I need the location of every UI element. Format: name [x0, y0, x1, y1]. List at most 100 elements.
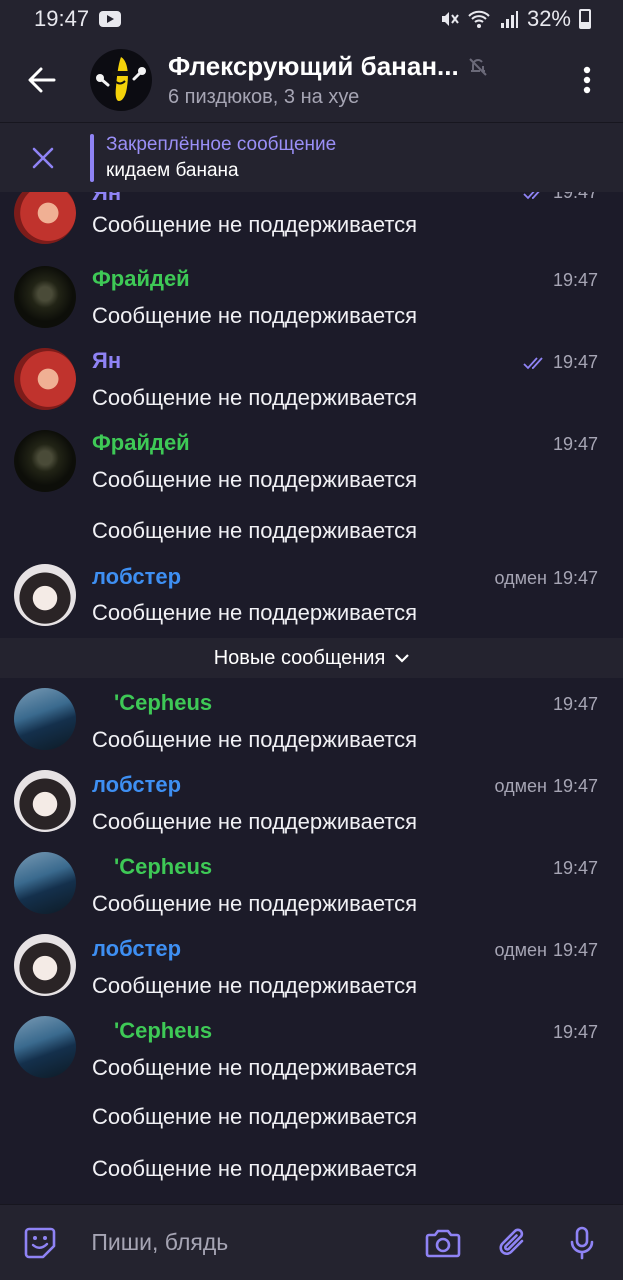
chat-header: Флексрующий банан... 6 пиздюков, 3 на ху… [0, 38, 623, 122]
message-text: Сообщение не поддерживается [92, 809, 418, 834]
youtube-icon [99, 11, 122, 27]
message-text: Сообщение не поддерживается [92, 385, 418, 410]
status-icons: 32% [439, 6, 591, 32]
admin-badge: одмен [494, 568, 547, 588]
message-meta: одмен 19:47 [495, 940, 599, 961]
camera-icon [426, 1229, 461, 1257]
avatar[interactable] [14, 564, 76, 626]
chat-header-text[interactable]: Флексрующий банан... 6 пиздюков, 3 на ху… [168, 51, 498, 109]
avatar[interactable] [14, 348, 76, 410]
avatar[interactable] [14, 1016, 76, 1078]
message-item[interactable]: 'Cepheus 19:47 Сообщение не поддерживает… [0, 682, 623, 764]
message-item[interactable]: Сообщение не поддерживается [0, 508, 623, 558]
message-time: 19:47 [552, 352, 598, 372]
message-text: Сообщение не поддерживается [92, 467, 418, 492]
message-text: Сообщение не поддерживается [92, 1156, 418, 1181]
message-meta: 19:47 [553, 434, 598, 455]
chevron-down-icon [395, 654, 410, 663]
avatar[interactable] [14, 688, 76, 750]
message-item[interactable]: лобстер одмен 19:47 Сообщение не поддерж… [0, 764, 623, 846]
message-time: 19:47 [552, 858, 598, 878]
message-time: 19:47 [552, 776, 598, 796]
message-text: Сообщение не поддерживается [92, 303, 418, 328]
more-vertical-icon [583, 66, 591, 94]
message-item[interactable]: лобстер одмен 19:47 Сообщение не поддерж… [0, 558, 623, 638]
message-meta: 19:47 [553, 1022, 598, 1043]
double-check-icon [523, 356, 543, 369]
message-text: Сообщение не поддерживается [92, 891, 418, 916]
wifi-icon [468, 10, 490, 28]
sender-name[interactable]: Ян [92, 192, 121, 206]
message-meta: одмен 19:47 [495, 568, 599, 589]
voice-button[interactable] [548, 1205, 617, 1280]
sender-name[interactable]: лобстер [92, 564, 181, 590]
admin-badge: одмен [494, 776, 547, 796]
message-item[interactable]: Сообщение не поддерживается [0, 1092, 623, 1144]
mute-status-icon [441, 12, 459, 26]
message-text: Сообщение не поддерживается [92, 212, 418, 237]
emoji-button[interactable] [0, 1205, 79, 1280]
avatar[interactable] [14, 934, 76, 996]
message-item[interactable]: Фрайдей 19:47 Сообщение не поддерживаетс… [0, 426, 623, 508]
paperclip-icon [499, 1228, 524, 1255]
message-item[interactable]: 'Cepheus 19:47 Сообщение не поддерживает… [0, 1010, 623, 1092]
message-meta: 19:47 [553, 270, 598, 291]
message-text: Сообщение не поддерживается [92, 518, 418, 543]
sender-name[interactable]: Фрайдей [92, 266, 190, 292]
message-text: Сообщение не поддерживается [92, 727, 418, 752]
new-messages-divider[interactable]: Новые сообщения [0, 638, 623, 678]
muted-icon [468, 57, 487, 76]
message-input[interactable] [91, 1229, 409, 1256]
close-icon [32, 147, 54, 168]
camera-button[interactable] [409, 1205, 478, 1280]
message-meta: одмен 19:47 [495, 776, 599, 797]
chat-avatar[interactable] [90, 49, 152, 111]
sender-name[interactable]: Фрайдей [92, 430, 190, 456]
message-item[interactable]: Фрайдей 19:47 Сообщение не поддерживаетс… [0, 262, 623, 344]
avatar[interactable] [14, 266, 76, 328]
signal-icon [500, 11, 518, 28]
more-menu-button[interactable] [551, 38, 623, 122]
message-item[interactable]: 'Cepheus 19:47 Сообщение не поддерживает… [0, 846, 623, 928]
pinned-text: Закреплённое сообщение кидаем банана [106, 134, 336, 182]
avatar[interactable] [14, 852, 76, 914]
sender-name[interactable]: 'Cepheus [114, 1018, 212, 1044]
message-time: 19:47 [552, 1022, 598, 1042]
banana-icon [96, 57, 146, 101]
sender-name[interactable]: лобстер [92, 936, 181, 962]
avatar[interactable] [14, 770, 76, 832]
pinned-label: Закреплённое сообщение [106, 133, 337, 155]
message-time: 19:47 [552, 434, 598, 454]
sender-name[interactable]: Ян [92, 348, 121, 374]
avatar[interactable] [14, 192, 76, 244]
message-meta: 19:47 [553, 694, 598, 715]
back-button[interactable] [0, 38, 84, 122]
message-input-bar [0, 1204, 623, 1280]
avatar[interactable] [14, 430, 76, 492]
arrow-left-icon [28, 67, 56, 93]
sender-name[interactable]: 'Cepheus [114, 690, 212, 716]
double-check-icon [523, 192, 540, 199]
message-text: Сообщение не поддерживается [92, 1055, 418, 1080]
chat-title: Флексрующий банан... [168, 51, 459, 81]
sticker-icon [24, 1227, 55, 1258]
message-meta: 19:47 [553, 858, 598, 879]
message-text: Сообщение не поддерживается [92, 973, 418, 998]
pinned-close-button[interactable] [0, 123, 86, 193]
sender-name[interactable]: лобстер [92, 772, 181, 798]
message-list[interactable]: Ян 19:47 Сообщение не поддерживается Фра… [0, 192, 623, 1204]
attach-button[interactable] [478, 1205, 547, 1280]
microphone-icon [570, 1226, 594, 1259]
message-item[interactable]: Ян 19:47 Сообщение не поддерживается [0, 192, 623, 250]
message-item[interactable]: Ян 19:47 Сообщение не поддерживается [0, 344, 623, 426]
pinned-message-bar[interactable]: Закреплённое сообщение кидаем банана [0, 122, 623, 192]
message-text: Сообщение не поддерживается [92, 600, 418, 625]
new-messages-label: Новые сообщения [213, 646, 386, 669]
message-meta: 19:47 [523, 352, 598, 373]
battery-icon [579, 9, 591, 29]
sender-name[interactable]: 'Cepheus [114, 854, 212, 880]
status-bar: 19:47 32% [0, 0, 623, 38]
message-time: 19:47 [552, 940, 598, 960]
message-item[interactable]: лобстер одмен 19:47 Сообщение не поддерж… [0, 928, 623, 1010]
message-item[interactable]: Сообщение не поддерживается [0, 1144, 623, 1196]
